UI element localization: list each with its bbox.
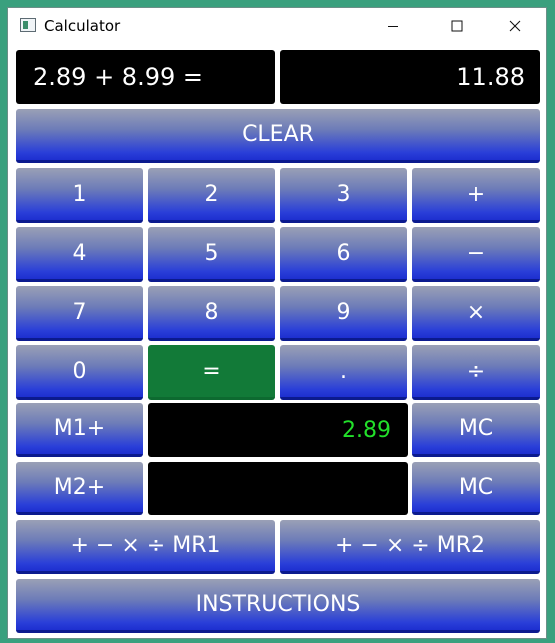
maximize-icon	[451, 20, 463, 32]
result-display: 11.88	[280, 50, 540, 104]
app-icon	[20, 18, 36, 32]
minus-button[interactable]: −	[412, 227, 540, 282]
divide-button[interactable]: ÷	[412, 345, 540, 400]
m2-plus-button[interactable]: M2+	[16, 462, 143, 515]
digit-7-button[interactable]: 7	[16, 286, 143, 341]
digit-1-button[interactable]: 1	[16, 168, 143, 223]
m1-plus-button[interactable]: M1+	[16, 403, 143, 457]
digit-9-button[interactable]: 9	[280, 286, 407, 341]
memory-recall-1-button[interactable]: + − × ÷ MR1	[16, 520, 275, 574]
memory-clear-2-button[interactable]: MC	[412, 462, 540, 515]
window-title: Calculator	[44, 17, 121, 35]
minimize-button[interactable]	[370, 8, 416, 44]
close-icon	[509, 20, 521, 32]
instructions-button[interactable]: INSTRUCTIONS	[16, 579, 540, 633]
memory-1-display: 2.89	[148, 403, 408, 457]
digit-8-button[interactable]: 8	[148, 286, 275, 341]
digit-4-button[interactable]: 4	[16, 227, 143, 282]
memory-2-display	[148, 462, 408, 515]
maximize-button[interactable]	[434, 8, 480, 44]
clear-button[interactable]: CLEAR	[16, 109, 540, 163]
memory-recall-2-button[interactable]: + − × ÷ MR2	[280, 520, 540, 574]
calculator-body: 2.89 + 8.99 = 11.88 CLEAR 1 2 3 + 4 5 6 …	[8, 44, 546, 638]
minimize-icon	[388, 26, 398, 27]
title-bar[interactable]: Calculator	[8, 8, 546, 44]
digit-5-button[interactable]: 5	[148, 227, 275, 282]
expression-display: 2.89 + 8.99 =	[16, 50, 275, 104]
decimal-button[interactable]: .	[280, 345, 407, 400]
plus-button[interactable]: +	[412, 168, 540, 223]
equals-button[interactable]: =	[148, 345, 275, 400]
digit-2-button[interactable]: 2	[148, 168, 275, 223]
digit-0-button[interactable]: 0	[16, 345, 143, 400]
calculator-window: Calculator 2.89 + 8.99 = 11.88 CLEAR 1 2…	[7, 7, 547, 639]
digit-6-button[interactable]: 6	[280, 227, 407, 282]
multiply-button[interactable]: ×	[412, 286, 540, 341]
memory-clear-1-button[interactable]: MC	[412, 403, 540, 457]
close-button[interactable]	[492, 8, 538, 44]
digit-3-button[interactable]: 3	[280, 168, 407, 223]
